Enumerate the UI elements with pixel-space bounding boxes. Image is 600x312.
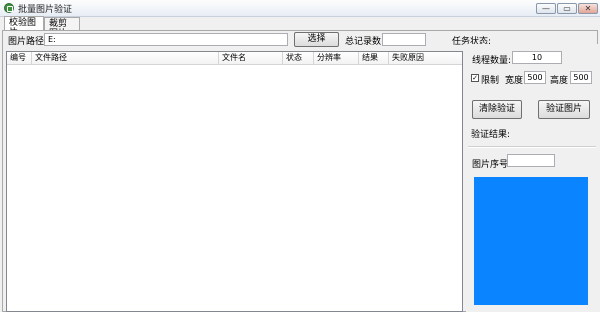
clear-verification-button[interactable]: 清除验证: [472, 100, 522, 119]
column-header-resolution[interactable]: 分辨率: [314, 52, 359, 64]
column-header-failure-reason[interactable]: 失败原因: [389, 52, 462, 64]
column-header-file-path[interactable]: 文件路径: [32, 52, 219, 64]
thread-count-label: 线程数量:: [472, 56, 512, 66]
image-index-label: 图片序号: [472, 160, 509, 170]
verify-images-button[interactable]: 验证图片: [538, 100, 590, 119]
minimize-button[interactable]: —: [536, 3, 556, 14]
width-label: 宽度: [505, 76, 524, 86]
verification-result-label: 验证结果:: [471, 130, 511, 140]
width-input[interactable]: 500: [524, 71, 546, 84]
tab-crop-images[interactable]: 裁剪图片: [44, 17, 80, 39]
image-preview: [474, 177, 588, 305]
window-title: 批量图片验证: [18, 5, 73, 15]
divider: [468, 146, 596, 148]
limit-checkbox[interactable]: ✓: [471, 74, 479, 82]
tab-verify-images[interactable]: 校验图片: [4, 16, 44, 38]
image-path-input[interactable]: E:: [44, 33, 288, 46]
image-path-label: 图片路径:: [8, 37, 48, 47]
total-records-input[interactable]: [382, 33, 426, 46]
column-header-id[interactable]: 编号: [7, 52, 32, 64]
checkmark-icon: ✓: [472, 74, 478, 82]
limit-label: 限制: [481, 76, 500, 86]
column-header-status[interactable]: 状态: [283, 52, 314, 64]
title-bar: [0, 0, 600, 17]
table-header: 编号 文件路径 文件名 状态 分辨率 结果 失败原因: [7, 52, 462, 65]
thread-count-input[interactable]: 10: [512, 51, 562, 64]
height-input[interactable]: 500: [570, 71, 592, 84]
column-header-file-name[interactable]: 文件名: [219, 52, 283, 64]
height-label: 高度: [550, 76, 569, 86]
app-icon: [4, 3, 14, 13]
restore-button[interactable]: ▭: [557, 3, 577, 14]
total-records-label: 总记录数:: [345, 37, 385, 47]
column-header-result[interactable]: 结果: [359, 52, 389, 64]
image-list-table[interactable]: 编号 文件路径 文件名 状态 分辨率 结果 失败原因: [6, 51, 463, 312]
select-button[interactable]: 选择: [294, 32, 339, 47]
close-button[interactable]: ✕: [578, 3, 598, 14]
image-index-input[interactable]: [507, 154, 555, 167]
